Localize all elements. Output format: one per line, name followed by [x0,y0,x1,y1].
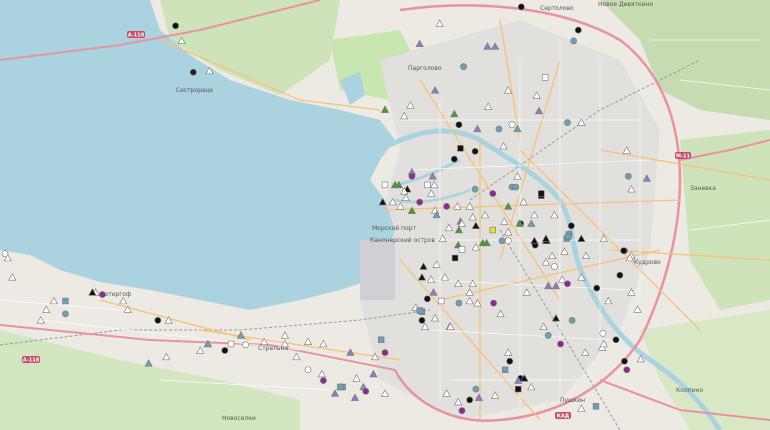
poi-marker-circle[interactable] [508,121,516,129]
poi-marker-circle[interactable] [450,155,458,163]
poi-marker-circle[interactable] [466,396,474,404]
poi-marker-circle[interactable] [490,299,497,307]
poi-marker-circle[interactable] [62,310,69,318]
label-se-town: Колпино [676,387,704,394]
poi-marker-circle[interactable] [154,316,162,324]
map-base-layer[interactable]: А-118 М-11 А-118 КАД Новое Девяткино Сер… [0,0,770,430]
poi-marker-circle[interactable] [416,198,424,206]
label-north-top: Новое Девяткино [598,1,653,8]
poi-marker-circle[interactable] [495,125,503,133]
poi-marker-square[interactable] [592,403,600,410]
poi-marker-square[interactable] [424,181,431,189]
poi-marker-circle[interactable] [304,366,312,374]
poi-marker-square[interactable] [565,233,572,240]
poi-marker-square[interactable] [538,190,545,197]
poi-marker-circle[interactable] [320,377,327,384]
poi-marker-circle[interactable] [564,119,571,126]
poi-marker-circle[interactable] [189,68,197,76]
label-east-area: Заневка [690,185,716,192]
poi-marker-circle[interactable] [512,183,520,191]
poi-marker-circle[interactable] [623,366,631,374]
poi-marker-circle[interactable] [489,190,497,197]
label-south-town: Пушкин [560,397,585,404]
poi-marker-circle[interactable] [612,336,620,344]
poi-marker-circle[interactable] [362,387,370,395]
poi-marker-circle[interactable] [460,63,467,71]
poi-marker-circle[interactable] [458,407,466,415]
poi-marker-circle[interactable] [544,332,552,339]
poi-marker-circle[interactable] [557,340,564,348]
poi-marker-circle[interactable] [570,37,578,45]
poi-marker-circle[interactable] [472,385,480,393]
label-port: Морской порт [372,225,416,232]
poi-marker-circle[interactable] [504,237,512,245]
poi-marker-square[interactable] [501,366,509,373]
poi-marker-circle[interactable] [551,263,558,270]
poi-marker-circle[interactable] [381,349,389,356]
poi-marker-square[interactable] [381,181,389,189]
poi-marker-square[interactable] [457,145,464,152]
poi-marker-circle[interactable] [564,280,571,288]
poi-marker-circle[interactable] [443,203,450,210]
poi-marker-circle[interactable] [616,271,624,279]
poi-marker-circle[interactable] [455,121,463,129]
poi-marker-circle[interactable] [498,237,506,245]
poi-marker-circle[interactable] [517,3,525,11]
route-label-kad: КАД [557,414,570,420]
map-view[interactable]: А-118 М-11 А-118 КАД Новое Девяткино Сер… [0,0,770,430]
poi-marker-circle[interactable] [99,291,106,298]
label-ne-town: Кудрово [634,259,661,266]
poi-marker-circle[interactable] [471,185,479,193]
label-top-center: Сертолово [540,5,574,12]
poi-marker-square[interactable] [541,74,549,81]
poi-marker-circle[interactable] [172,22,179,30]
poi-marker-square[interactable] [377,336,385,343]
poi-marker-circle[interactable] [574,26,582,34]
poi-marker-square[interactable] [438,297,445,305]
poi-marker-circle[interactable] [620,247,628,255]
poi-marker-circle[interactable] [599,329,607,337]
poi-marker-square[interactable] [227,340,235,348]
poi-marker-circle[interactable] [593,284,601,292]
label-sw-town: Новоселки [222,415,256,422]
port-area [360,240,395,300]
poi-marker-square[interactable] [458,246,466,253]
route-label-a118: А-118 [128,33,145,39]
poi-marker-circle[interactable] [455,299,463,307]
poi-marker-circle[interactable] [567,222,575,230]
label-north-area: Парголово [408,65,442,72]
poi-marker-square[interactable] [416,307,423,314]
poi-marker-circle[interactable] [242,341,249,349]
poi-marker-circle[interactable] [506,357,514,365]
poi-marker-circle[interactable] [408,172,416,180]
poi-marker-circle[interactable] [221,347,229,354]
label-lake-area: Сестрорецк [176,87,214,94]
poi-marker-square[interactable] [489,226,496,234]
poi-marker-circle[interactable] [568,316,576,324]
poi-marker-square[interactable] [451,254,459,262]
poi-marker-circle[interactable] [418,316,426,324]
poi-marker-square[interactable] [515,385,522,393]
poi-marker-circle[interactable] [423,295,431,303]
poi-marker-circle[interactable] [624,172,632,180]
route-label-m11: М-11 [676,154,691,160]
route-label-south: А-118 [23,358,40,364]
poi-marker-circle[interactable] [471,148,479,155]
poi-marker-square[interactable] [62,297,69,305]
label-island: Канонерский остров [370,237,436,244]
poi-marker-circle[interactable] [621,357,628,365]
poi-marker-square[interactable] [337,383,344,391]
